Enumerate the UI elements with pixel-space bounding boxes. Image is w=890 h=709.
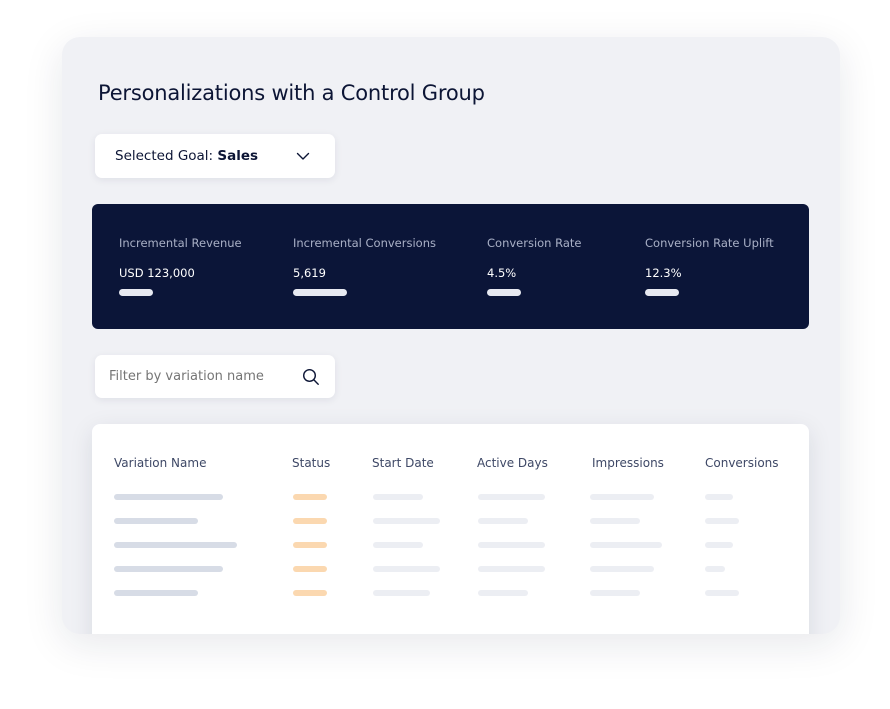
- metric-label: Incremental Revenue: [119, 236, 242, 250]
- goal-select-prefix: Selected Goal:: [115, 148, 214, 164]
- metric-value: 12.3%: [645, 266, 682, 280]
- column-header-active-days[interactable]: Active Days: [477, 456, 548, 470]
- metric-value: 5,619: [293, 266, 326, 280]
- table-row-2-name-placeholder: [114, 518, 198, 524]
- column-header-conversions[interactable]: Conversions: [705, 456, 779, 470]
- table-row-2-start-date-placeholder: [373, 518, 440, 524]
- metric-conversion-rate-uplift: Conversion Rate Uplift 12.3%: [645, 236, 774, 296]
- metric-incremental-revenue: Incremental Revenue USD 123,000: [119, 236, 242, 296]
- variations-table: Variation Name Status Start Date Active …: [92, 424, 809, 634]
- table-row-4-impressions-placeholder: [590, 566, 654, 572]
- personalizations-card: Personalizations with a Control Group Se…: [62, 37, 840, 634]
- table-row-5-status-placeholder: [293, 590, 327, 596]
- table-row-3-status-placeholder: [293, 542, 327, 548]
- table-row-1-impressions-placeholder: [590, 494, 654, 500]
- metrics-panel: Incremental Revenue USD 123,000 Incremen…: [92, 204, 809, 329]
- metric-incremental-conversions: Incremental Conversions 5,619: [293, 236, 436, 296]
- chevron-down-icon: [296, 152, 310, 160]
- table-row-5-conversions-placeholder: [705, 590, 739, 596]
- table-row-4-conversions-placeholder: [705, 566, 725, 572]
- table-row-4-status-placeholder: [293, 566, 327, 572]
- column-header-status[interactable]: Status: [292, 456, 330, 470]
- metric-value: USD 123,000: [119, 266, 195, 280]
- search-icon[interactable]: [301, 367, 321, 387]
- table-row-2-status-placeholder: [293, 518, 327, 524]
- table-row-5-impressions-placeholder: [590, 590, 640, 596]
- table-row-2-active-days-placeholder: [478, 518, 528, 524]
- table-row-3-conversions-placeholder: [705, 542, 733, 548]
- metric-label: Incremental Conversions: [293, 236, 436, 250]
- table-row-2-conversions-placeholder: [705, 518, 739, 524]
- goal-select-text: Selected Goal: Sales: [115, 148, 295, 164]
- page-title: Personalizations with a Control Group: [98, 81, 485, 105]
- column-header-variation-name[interactable]: Variation Name: [114, 456, 206, 470]
- column-header-impressions[interactable]: Impressions: [592, 456, 664, 470]
- column-header-start-date[interactable]: Start Date: [372, 456, 434, 470]
- table-row-4-name-placeholder: [114, 566, 223, 572]
- metric-label: Conversion Rate: [487, 236, 582, 250]
- variation-filter: [95, 355, 335, 398]
- metric-placeholder-bar: [119, 289, 153, 296]
- table-row-5-name-placeholder: [114, 590, 198, 596]
- table-row-3-start-date-placeholder: [373, 542, 423, 548]
- table-row-1-status-placeholder: [293, 494, 327, 500]
- metric-conversion-rate: Conversion Rate 4.5%: [487, 236, 582, 296]
- table-row-5-active-days-placeholder: [478, 590, 528, 596]
- table-row-4-start-date-placeholder: [373, 566, 440, 572]
- goal-select[interactable]: Selected Goal: Sales: [95, 134, 335, 178]
- variation-filter-input[interactable]: [109, 369, 295, 384]
- metric-label: Conversion Rate Uplift: [645, 236, 774, 250]
- table-row-3-name-placeholder: [114, 542, 237, 548]
- metric-placeholder-bar: [293, 289, 347, 296]
- goal-select-value: Sales: [217, 148, 259, 164]
- metric-placeholder-bar: [487, 289, 521, 296]
- table-row-5-start-date-placeholder: [373, 590, 430, 596]
- table-row-1-active-days-placeholder: [478, 494, 545, 500]
- table-row-1-name-placeholder: [114, 494, 223, 500]
- table-row-3-impressions-placeholder: [590, 542, 662, 548]
- table-row-4-active-days-placeholder: [478, 566, 545, 572]
- metric-placeholder-bar: [645, 289, 679, 296]
- table-row-1-start-date-placeholder: [373, 494, 423, 500]
- metric-value: 4.5%: [487, 266, 517, 280]
- table-row-3-active-days-placeholder: [478, 542, 545, 548]
- table-row-1-conversions-placeholder: [705, 494, 733, 500]
- table-row-2-impressions-placeholder: [590, 518, 640, 524]
